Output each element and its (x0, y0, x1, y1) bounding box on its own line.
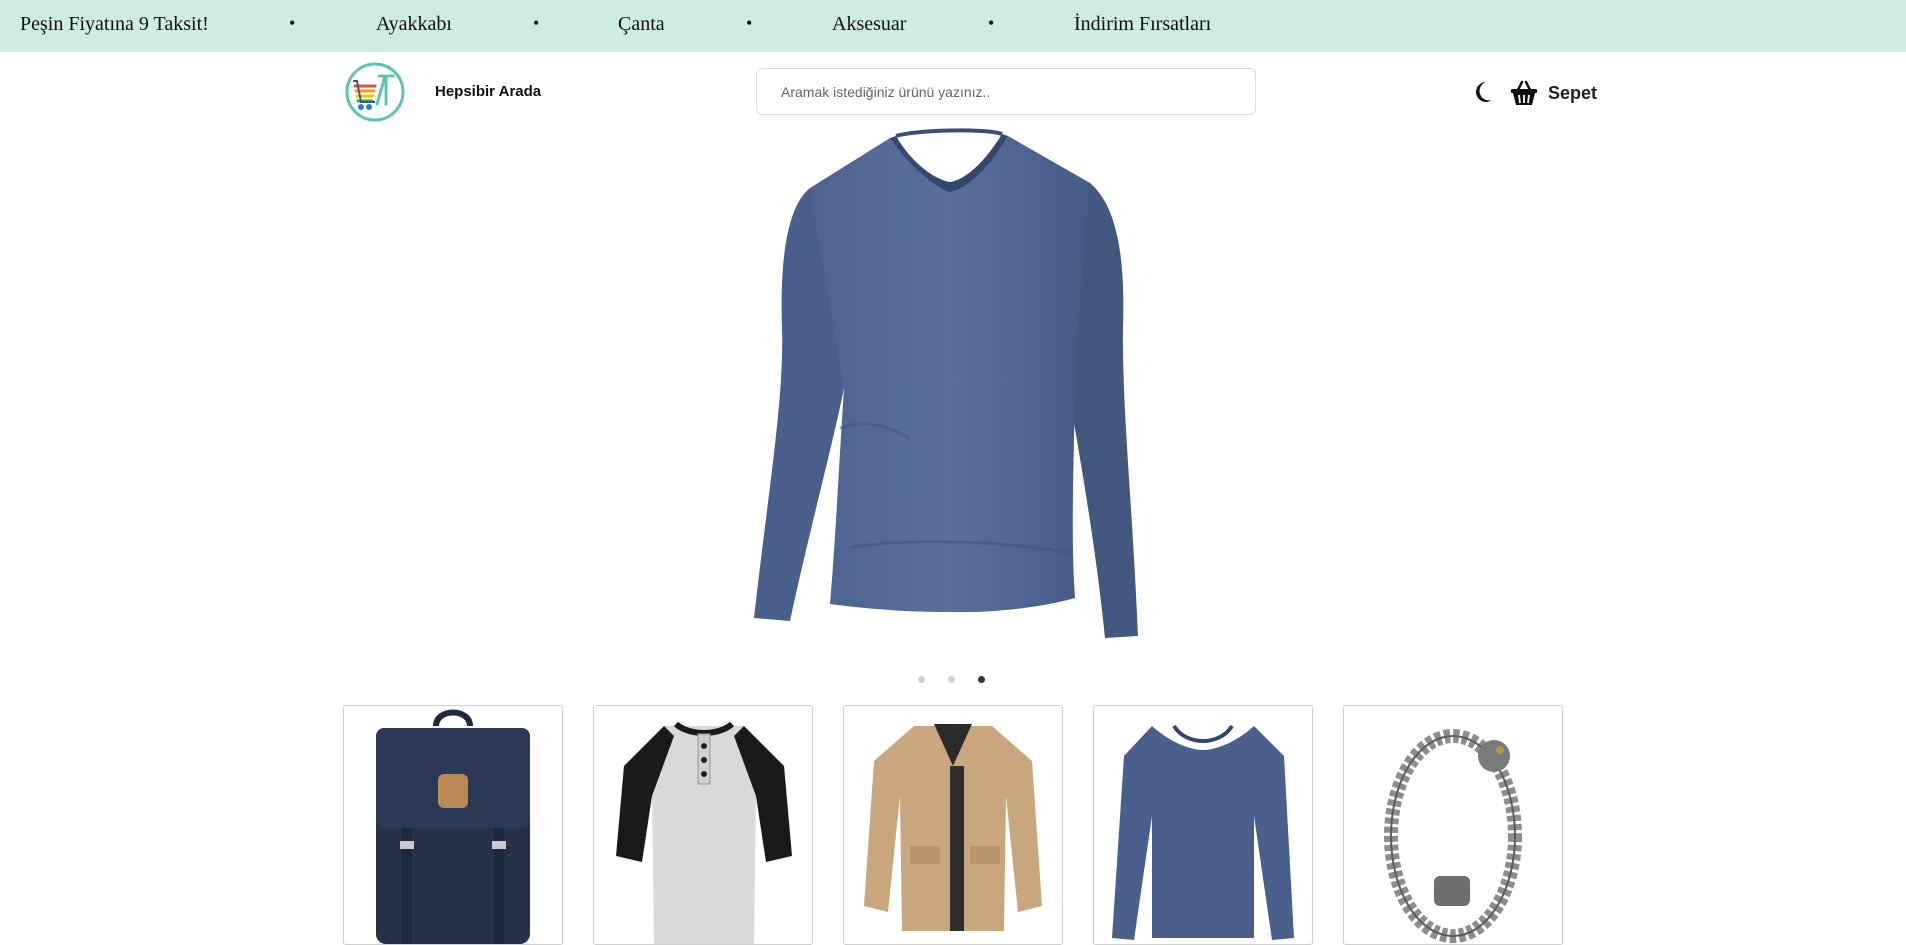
product-card-jacket[interactable] (843, 705, 1063, 945)
product-card-raglan-shirt[interactable] (593, 705, 813, 945)
announcement-bar: Peşin Fiyatına 9 Taksit! • Ayakkabı • Ça… (0, 0, 1906, 52)
separator-dot: • (533, 13, 540, 33)
product-card-backpack[interactable] (343, 705, 563, 945)
carousel-indicators (918, 676, 988, 686)
logo[interactable] (345, 62, 405, 122)
nav-link-aksesuar[interactable]: Aksesuar (832, 13, 906, 36)
separator-dot: • (746, 13, 753, 33)
promo-text: Peşin Fiyatına 9 Taksit! (20, 13, 209, 35)
jacket-image (864, 724, 1042, 931)
nav-link-ayakkabi[interactable]: Ayakkabı (376, 13, 452, 36)
nav-link-canta[interactable]: Çanta (618, 13, 665, 36)
carousel-dot[interactable] (948, 676, 955, 683)
product-card-bracelet[interactable] (1343, 705, 1563, 945)
brand-name: Hepsibir Arada (435, 83, 542, 100)
search-input[interactable] (756, 68, 1256, 115)
basket-icon (1511, 80, 1537, 105)
carousel-dot[interactable] (918, 676, 925, 683)
separator-dot: • (988, 13, 995, 33)
backpack-image (376, 709, 530, 944)
product-card-long-sleeve-shirt[interactable] (1093, 705, 1313, 945)
separator-dot: • (289, 13, 296, 33)
hero-carousel-image[interactable] (740, 128, 1160, 648)
raglan-shirt-image (616, 721, 792, 944)
cart-button[interactable]: Sepet (1510, 78, 1597, 108)
bracelet-image (1384, 729, 1522, 943)
carousel-dot-active[interactable] (978, 676, 985, 683)
long-sleeve-shirt-image (1112, 724, 1294, 940)
moon-icon[interactable] (1472, 80, 1494, 104)
cart-label: Sepet (1548, 82, 1598, 103)
nav-link-indirim-firsatlari[interactable]: İndirim Fırsatları (1074, 13, 1211, 36)
